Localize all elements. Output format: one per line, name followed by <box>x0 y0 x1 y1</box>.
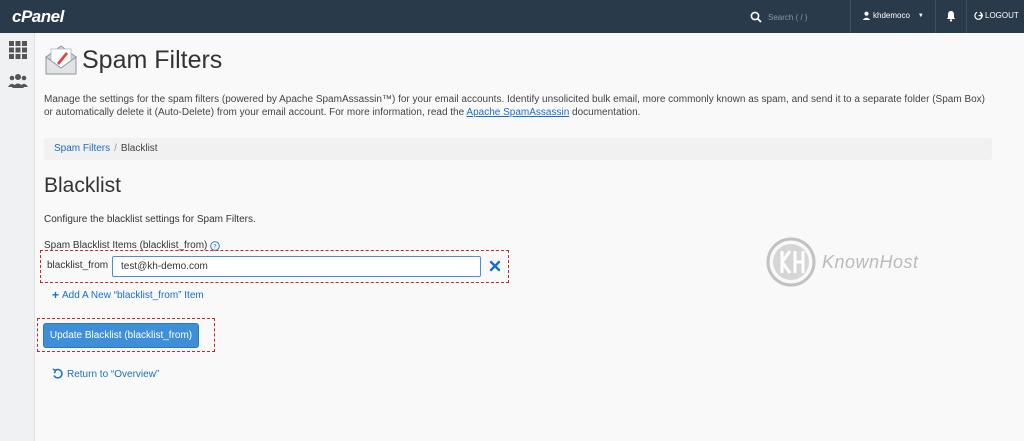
top-bar: cPanel khdemoco ▼ LOGOUT <box>0 0 1024 33</box>
breadcrumb-spam-filters[interactable]: Spam Filters <box>54 143 110 154</box>
sidebar <box>0 33 35 441</box>
return-arrow-icon <box>52 368 63 379</box>
configure-text: Configure the blacklist settings for Spa… <box>44 214 256 225</box>
help-icon[interactable]: ? <box>210 240 221 251</box>
section-title: Blacklist <box>44 174 122 197</box>
breadcrumb-current: Blacklist <box>120 143 158 154</box>
users-icon[interactable] <box>8 72 28 92</box>
search-icon <box>750 11 762 23</box>
return-to-overview-link[interactable]: Return to “Overview” <box>52 368 159 380</box>
chevron-down-icon: ▼ <box>917 12 924 19</box>
page-title: Spam Filters <box>82 45 223 74</box>
knownhost-watermark: KnownHost <box>766 237 919 287</box>
description-text-end: documentation. <box>569 107 641 118</box>
blacklist-from-input[interactable] <box>112 256 481 277</box>
divider <box>966 0 967 33</box>
return-link-text: Return to “Overview” <box>67 368 160 380</box>
remove-item-icon[interactable] <box>488 259 502 273</box>
add-link-text: Add A New “blacklist_from” Item <box>62 289 204 301</box>
add-blacklist-item-link[interactable]: + Add A New “blacklist_from” Item <box>52 288 204 302</box>
grid-icon[interactable] <box>8 40 28 60</box>
search-box[interactable] <box>750 9 846 25</box>
cpanel-logo[interactable]: cPanel <box>12 7 64 27</box>
main-content: Spam Filters Manage the settings for the… <box>37 40 994 380</box>
page-header: Spam Filters <box>44 40 994 80</box>
update-blacklist-button[interactable]: Update Blacklist (blacklist_from) <box>43 323 199 348</box>
svg-text:?: ? <box>214 242 217 250</box>
page-description: Manage the settings for the spam filters… <box>44 93 994 119</box>
username: khdemoco <box>873 11 910 20</box>
knownhost-logo-icon <box>766 237 816 287</box>
divider <box>850 0 851 33</box>
search-input[interactable] <box>768 9 846 25</box>
plus-icon: + <box>52 288 60 302</box>
user-icon <box>862 11 871 20</box>
logout-label: LOGOUT <box>985 11 1019 20</box>
divider <box>935 0 936 33</box>
spam-filter-envelope-icon <box>45 45 77 75</box>
spamassassin-docs-link[interactable]: Apache SpamAssassin <box>466 107 569 118</box>
logout-icon <box>974 11 983 20</box>
knownhost-text: KnownHost <box>822 251 919 272</box>
breadcrumb: Spam Filters / Blacklist <box>44 138 992 160</box>
blacklist-from-label: blacklist_from <box>47 260 109 271</box>
bell-icon[interactable] <box>945 10 957 22</box>
logout-button[interactable]: LOGOUT <box>974 11 1019 20</box>
user-menu[interactable]: khdemoco ▼ <box>862 11 924 20</box>
breadcrumb-separator: / <box>114 143 117 154</box>
